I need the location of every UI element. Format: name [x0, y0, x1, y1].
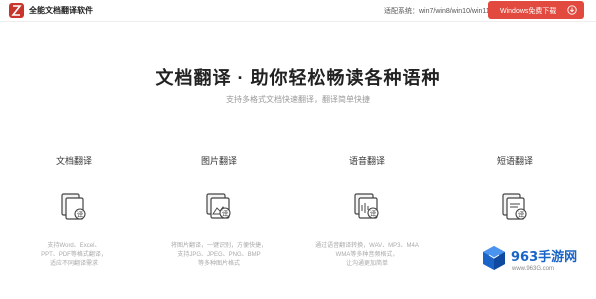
phrase-translate-icon: 译	[502, 193, 527, 220]
windows-download-button[interactable]: Windows免费下载	[488, 1, 584, 19]
feature-title: 短语翻译	[496, 156, 533, 166]
feature-description: 支持Word、Excel、 PPT、PDF等格式翻译， 适应不同翻译需求	[9, 242, 139, 269]
download-button-label: Windows免费下载	[500, 8, 557, 15]
site-watermark: 963手游网 www.963G.com	[478, 240, 594, 296]
download-icon	[567, 5, 577, 15]
app-logo-icon[interactable]	[9, 3, 24, 18]
feature-description: 将图片翻译，一键识别，方便快捷， 支持JPG、JPEG、PNG、BMP 等多种图…	[154, 242, 284, 269]
voice-translate-icon: 译	[354, 193, 379, 219]
svg-text:译: 译	[370, 210, 377, 218]
feature-desc-line: WMA等多种音频格式，	[335, 252, 399, 258]
feature-desc-line: 适应不同翻译需求	[49, 261, 98, 267]
feature-desc-line: 通过语音翻译转换，WAV、MP3、M4A	[315, 243, 419, 249]
feature-desc-line: 支持Word、Excel、	[47, 243, 101, 249]
top-header: 全能文档翻译软件 适配系统：win7/win8/win10/win11 Wind…	[0, 0, 596, 22]
compat-system-text: 适配系统：win7/win8/win10/win11	[384, 8, 490, 15]
app-name: 全能文档翻译软件	[29, 6, 93, 15]
svg-text:译: 译	[222, 210, 229, 218]
feature-title: 语音翻译	[348, 156, 385, 166]
hero-title: 文档翻译 · 助你轻松畅读各种语种	[155, 68, 441, 88]
feature-desc-line: PPT、PDF等格式翻译，	[41, 252, 107, 258]
cube-logo-icon	[483, 246, 505, 270]
feature-title: 图片翻译	[200, 156, 237, 166]
hero-subtitle: 支持多格式文档快速翻译，翻译简单快捷	[226, 95, 370, 104]
image-translate-icon: 译	[206, 193, 231, 219]
feature-desc-line: 支持JPG、JPEG、PNG、BMP	[177, 252, 261, 258]
document-translate-icon: 译	[61, 193, 86, 220]
feature-description: 通过语音翻译转换，WAV、MP3、M4A WMA等多种音频格式， 让沟通更加简单	[302, 242, 432, 269]
svg-text:译: 译	[518, 211, 525, 219]
feature-title: 文档翻译	[55, 156, 92, 166]
feature-desc-line: 等多种图片格式	[197, 261, 240, 267]
svg-text:译: 译	[77, 211, 84, 219]
watermark-brand: 963手游网	[511, 250, 578, 265]
watermark-url: www.963G.com	[512, 266, 555, 272]
feature-desc-line: 将图片翻译，一键识别，方便快捷，	[170, 243, 267, 249]
feature-desc-line: 让沟通更加简单	[345, 261, 388, 267]
